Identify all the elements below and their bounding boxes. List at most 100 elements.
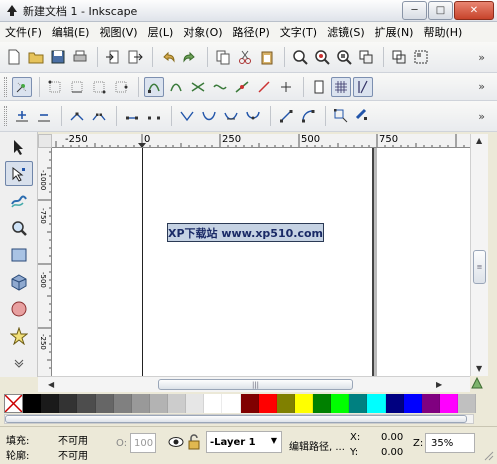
snap-page-border-button[interactable] (309, 77, 329, 97)
menu-object[interactable]: 对象(O) (178, 24, 227, 40)
color-swatch[interactable] (294, 394, 313, 413)
segment-line-button[interactable] (276, 106, 296, 126)
star-tool[interactable] (5, 323, 33, 348)
menu-path[interactable]: 路径(P) (228, 24, 275, 40)
palette-scroll-thumb[interactable] (5, 415, 467, 423)
menu-layer[interactable]: 层(L) (143, 24, 179, 40)
node-toolbar-overflow-button[interactable]: » (478, 110, 485, 123)
vertical-scrollbar[interactable]: ▲ ≡ ▼ (470, 134, 488, 376)
color-swatch[interactable] (240, 394, 259, 413)
ellipse-tool[interactable] (5, 296, 33, 321)
vertical-ruler[interactable]: -1000 -750 -500 -250 (38, 148, 52, 376)
drawing-canvas[interactable]: XP下载站 www.xp510.com (52, 148, 470, 376)
paste-button[interactable] (257, 47, 277, 67)
color-swatch[interactable] (439, 394, 458, 413)
group-button[interactable] (411, 47, 431, 67)
no-paint-swatch[interactable] (4, 394, 23, 413)
delete-segment-button[interactable] (144, 106, 164, 126)
menu-filters[interactable]: 滤镜(S) (322, 24, 370, 40)
snap-smooth-nodes-button[interactable] (210, 77, 230, 97)
delete-node-button[interactable] (34, 106, 54, 126)
scroll-left-icon[interactable]: ◀ (48, 380, 54, 389)
undo-button[interactable] (158, 47, 178, 67)
opacity-field[interactable]: 100 (130, 433, 156, 453)
color-swatch[interactable] (222, 394, 241, 413)
toolbox-overflow-button[interactable] (5, 350, 33, 375)
color-swatch[interactable] (331, 394, 350, 413)
object-to-path-button[interactable] (331, 106, 351, 126)
scroll-down-icon[interactable]: ▼ (476, 364, 482, 373)
menu-view[interactable]: 视图(V) (94, 24, 142, 40)
color-swatch[interactable] (186, 394, 205, 413)
horizontal-ruler[interactable]: -250 0 250 500 750 (52, 134, 470, 148)
node-tool[interactable] (5, 161, 33, 186)
color-swatch[interactable] (59, 394, 78, 413)
color-swatch[interactable] (168, 394, 187, 413)
color-swatch[interactable] (131, 394, 150, 413)
close-button[interactable]: ✕ (454, 1, 494, 20)
tweak-tool[interactable] (5, 188, 33, 213)
horizontal-scroll-thumb[interactable]: ||| (158, 379, 353, 390)
menu-help[interactable]: 帮助(H) (418, 24, 467, 40)
export-button[interactable] (125, 47, 145, 67)
stroke-to-path-button[interactable] (353, 106, 373, 126)
cms-adjust-toggle[interactable] (470, 376, 488, 392)
toolbar-overflow-button[interactable]: » (478, 51, 485, 64)
save-button[interactable] (48, 47, 68, 67)
color-swatch[interactable] (313, 394, 332, 413)
cut-button[interactable] (235, 47, 255, 67)
color-swatch[interactable] (77, 394, 96, 413)
color-swatch[interactable] (349, 394, 368, 413)
redo-button[interactable] (180, 47, 200, 67)
menu-file[interactable]: 文件(F) (0, 24, 47, 40)
color-swatch[interactable] (149, 394, 168, 413)
join-nodes-button[interactable] (67, 106, 87, 126)
new-document-button[interactable] (4, 47, 24, 67)
minimize-button[interactable]: ─ (402, 1, 427, 20)
scroll-right-icon[interactable]: ▶ (436, 380, 442, 389)
vertical-scroll-thumb[interactable]: ≡ (473, 250, 486, 284)
layer-lock-toggle[interactable] (187, 434, 201, 453)
insert-node-button[interactable] (12, 106, 32, 126)
color-swatch[interactable] (367, 394, 386, 413)
color-swatch[interactable] (276, 394, 295, 413)
color-swatch[interactable] (41, 394, 60, 413)
snap-bbox-button[interactable] (45, 77, 65, 97)
zoom-tool[interactable] (5, 215, 33, 240)
snap-rotation-center-button[interactable] (276, 77, 296, 97)
node-smooth-button[interactable] (199, 106, 219, 126)
menu-edit[interactable]: 编辑(E) (47, 24, 95, 40)
zoom-field[interactable]: 35% (425, 433, 475, 453)
selector-tool[interactable] (5, 134, 33, 159)
color-swatch[interactable] (258, 394, 277, 413)
copy-button[interactable] (213, 47, 233, 67)
snap-bbox-edges-button[interactable] (67, 77, 87, 97)
resize-grip[interactable] (484, 451, 494, 461)
menu-extensions[interactable]: 扩展(N) (370, 24, 419, 40)
scroll-up-icon[interactable]: ▲ (476, 136, 482, 145)
snap-nodes-button[interactable] (144, 76, 164, 97)
duplicate-button[interactable] (356, 47, 376, 67)
node-auto-smooth-button[interactable] (243, 106, 263, 126)
snap-midpoints-button[interactable] (232, 77, 252, 97)
snap-intersections-button[interactable] (188, 77, 208, 97)
snap-centers-button[interactable] (254, 77, 274, 97)
rectangle-tool[interactable] (5, 242, 33, 267)
palette-scrollbar[interactable] (4, 414, 474, 424)
zoom-drawing-button[interactable] (312, 47, 332, 67)
snap-toggle-button[interactable] (12, 76, 32, 97)
snap-paths-button[interactable] (166, 77, 186, 97)
color-swatch[interactable] (421, 394, 440, 413)
current-layer-select[interactable]: -Layer 1 ▼ (206, 431, 282, 453)
snap-guides-button[interactable] (353, 76, 373, 97)
color-swatch[interactable] (113, 394, 132, 413)
open-button[interactable] (26, 47, 46, 67)
snap-grid-button[interactable] (331, 76, 351, 97)
maximize-button[interactable]: □ (428, 1, 453, 20)
color-swatch[interactable] (204, 394, 223, 413)
break-path-button[interactable] (89, 106, 109, 126)
color-swatch[interactable] (23, 394, 42, 413)
print-button[interactable] (70, 47, 90, 67)
zoom-selection-button[interactable] (290, 47, 310, 67)
clone-button[interactable] (389, 47, 409, 67)
